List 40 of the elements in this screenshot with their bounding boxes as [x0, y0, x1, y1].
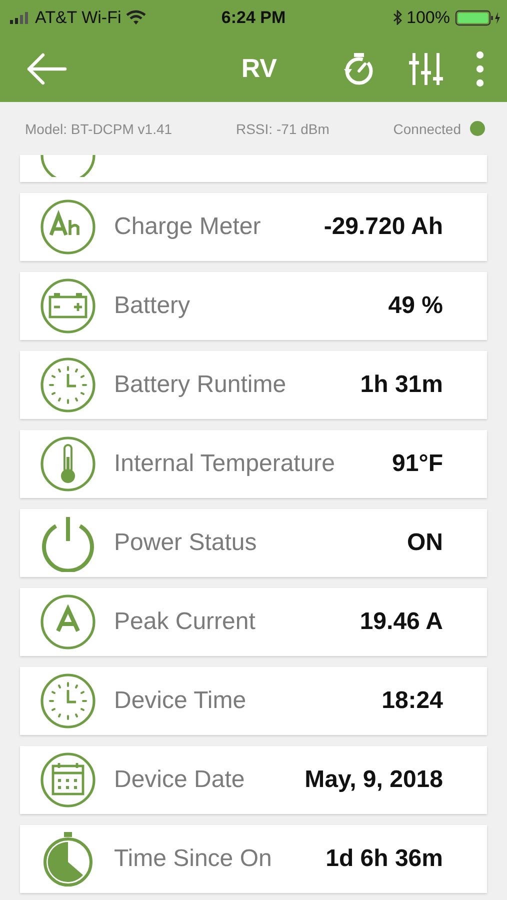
- amp-hour-icon: [39, 198, 97, 256]
- reading-value: May, 9, 2018: [304, 766, 443, 794]
- power-icon: [39, 514, 97, 572]
- reading-value: 18:24: [380, 687, 443, 715]
- connection-status: Connected: [393, 120, 461, 136]
- reading-label: Peak Current: [114, 608, 256, 636]
- back-arrow-icon[interactable]: [25, 52, 67, 86]
- reading-label: Power Status: [114, 529, 257, 557]
- reading-value: ON: [406, 529, 443, 557]
- clock-icon: [39, 356, 97, 414]
- reading-value: 1d 6h 36m: [324, 845, 443, 873]
- carrier-text: AT&T Wi-Fi: [35, 8, 122, 28]
- clock-icon: [39, 672, 97, 730]
- reading-label: Time Since On: [114, 845, 272, 873]
- bluetooth-icon: [392, 10, 402, 25]
- reading-value: -29.720 Ah: [322, 213, 443, 241]
- battery-charging-icon: [455, 10, 501, 26]
- calendar-icon: [39, 751, 97, 809]
- app-title: RV: [241, 53, 277, 84]
- thermometer-icon: [39, 435, 97, 493]
- ampere-icon: [39, 593, 97, 651]
- reading-label: Battery Runtime: [114, 371, 286, 399]
- wifi-icon: [126, 10, 146, 25]
- battery-percent: 100%: [406, 8, 450, 28]
- model-text: Model: BT-DCPM v1.41: [25, 120, 172, 136]
- reading-value: 1h 31m: [359, 371, 443, 399]
- reading-label: Device Date: [114, 766, 245, 794]
- signal-icon: [10, 12, 30, 24]
- clock-text: 6:24 PM: [221, 8, 286, 28]
- reading-label: Internal Temperature: [114, 450, 336, 478]
- reading-value: 19.46 A: [358, 608, 443, 636]
- battery-icon: [39, 277, 97, 335]
- reading-value: 91°F: [391, 450, 443, 478]
- reading-value: 49 %: [387, 292, 443, 320]
- reading-label: Battery: [114, 292, 190, 320]
- settings-sliders-icon[interactable]: [409, 50, 443, 86]
- rssi-text: RSSI: -71 dBm: [236, 120, 330, 136]
- more-menu-icon[interactable]: [475, 50, 485, 86]
- reading-label: Charge Meter: [114, 213, 261, 241]
- reading-label: Device Time: [114, 687, 246, 715]
